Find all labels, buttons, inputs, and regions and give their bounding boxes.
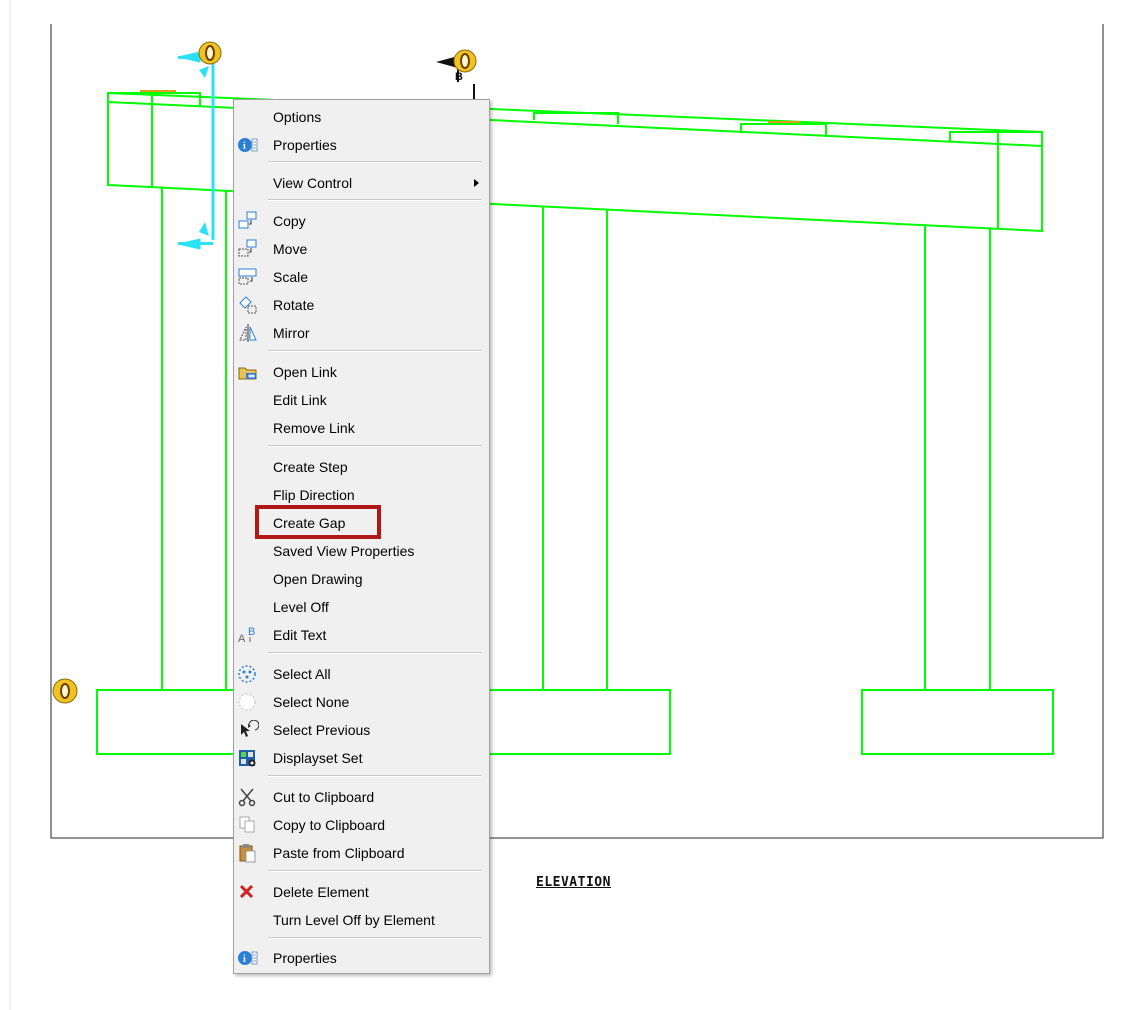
menu-item-options[interactable]: Options	[234, 104, 489, 130]
menu-item-cut-to-clipboard[interactable]: Cut to Clipboard	[234, 784, 489, 810]
paste-icon	[237, 843, 259, 863]
menu-item-select-none[interactable]: Select None	[234, 689, 489, 715]
properties-icon: i	[237, 135, 259, 155]
menu-item-label: Select All	[273, 666, 331, 682]
menu-item-label: Copy to Clipboard	[273, 817, 386, 833]
link-marker-icon[interactable]	[198, 41, 222, 65]
menu-item-properties-bottom[interactable]: i Properties	[234, 945, 489, 971]
menu-item-properties[interactable]: i Properties	[234, 132, 489, 158]
section-callout-selected[interactable]	[177, 51, 215, 250]
menu-item-label: Level Off	[273, 599, 329, 615]
menu-item-label: Select None	[273, 694, 350, 710]
move-icon	[237, 239, 259, 259]
footing	[479, 689, 671, 755]
bearing-pad	[949, 131, 1042, 142]
menu-item-label: Remove Link	[273, 420, 355, 436]
mirror-icon	[237, 323, 259, 343]
copy-icon	[237, 211, 259, 231]
menu-item-label: Copy	[273, 213, 306, 229]
link-marker-icon[interactable]	[453, 49, 477, 73]
select-previous-icon	[237, 720, 259, 740]
svg-text:i: i	[243, 141, 246, 152]
menu-item-label: Edit Text	[273, 627, 327, 643]
scale-icon	[237, 267, 259, 287]
edit-text-icon: AB	[237, 625, 259, 645]
menu-item-copy-to-clipboard[interactable]: Copy to Clipboard	[234, 812, 489, 838]
menu-separator	[268, 199, 482, 201]
menu-item-displayset-set[interactable]: Displayset Set	[234, 745, 489, 771]
menu-separator	[268, 775, 482, 777]
menu-item-label: Displayset Set	[273, 750, 363, 766]
select-all-icon	[237, 664, 259, 684]
menu-separator	[268, 161, 482, 163]
displayset-icon	[237, 748, 259, 768]
menu-item-label: Mirror	[273, 325, 310, 341]
section-marker-letter: B	[455, 71, 463, 83]
menu-item-label: Select Previous	[273, 722, 371, 738]
properties-icon: i	[237, 948, 259, 968]
delete-x-icon	[237, 882, 259, 902]
menu-item-label: Flip Direction	[273, 487, 355, 503]
menu-item-label: Options	[273, 109, 322, 125]
menu-item-view-control[interactable]: View Control	[234, 170, 489, 196]
menu-separator	[268, 937, 482, 939]
menu-item-label: Properties	[273, 950, 337, 966]
menu-item-label: Open Link	[273, 364, 337, 380]
menu-separator	[268, 445, 482, 447]
menu-item-label: Create Step	[273, 459, 348, 475]
menu-item-open-link[interactable]: Open Link	[234, 359, 489, 385]
menu-item-level-off[interactable]: Level Off	[234, 594, 489, 620]
menu-item-label: Turn Level Off by Element	[273, 912, 435, 928]
edit-text-glyph-b: B	[248, 626, 255, 638]
menu-item-label: Delete Element	[273, 884, 369, 900]
menu-item-turn-level-off-by-element[interactable]: Turn Level Off by Element	[234, 907, 489, 933]
footing	[861, 689, 1054, 755]
menu-item-label: Move	[273, 241, 308, 257]
menu-separator	[268, 652, 482, 654]
select-none-icon	[237, 692, 259, 712]
menu-separator	[268, 870, 482, 872]
menu-item-label: Cut to Clipboard	[273, 789, 375, 805]
menu-item-label: Open Drawing	[273, 571, 363, 587]
drawing-canvas[interactable]: B	[0, 0, 1144, 1010]
menu-item-open-drawing[interactable]: Open Drawing	[234, 566, 489, 592]
menu-item-select-all[interactable]: Select All	[234, 661, 489, 687]
scissors-icon	[237, 787, 259, 807]
menu-item-edit-link[interactable]: Edit Link	[234, 387, 489, 413]
menu-item-create-step[interactable]: Create Step	[234, 454, 489, 480]
menu-item-label: Paste from Clipboard	[273, 845, 405, 861]
menu-item-edit-text[interactable]: AB Edit Text	[234, 622, 489, 648]
menu-separator	[268, 350, 482, 352]
menu-item-remove-link[interactable]: Remove Link	[234, 415, 489, 441]
menu-item-label: Saved View Properties	[273, 543, 415, 559]
menu-item-label: Properties	[273, 137, 337, 153]
menu-item-move[interactable]: Move	[234, 236, 489, 262]
sheet-border	[50, 24, 1104, 839]
menu-item-mirror[interactable]: Mirror	[234, 320, 489, 346]
submenu-arrow-icon	[474, 179, 479, 187]
menu-item-rotate[interactable]: Rotate	[234, 292, 489, 318]
link-marker-icon[interactable]	[52, 678, 78, 704]
open-link-icon	[237, 362, 259, 382]
menu-item-scale[interactable]: Scale	[234, 264, 489, 290]
menu-item-label: Edit Link	[273, 392, 327, 408]
menu-item-paste-from-clipboard[interactable]: Paste from Clipboard	[234, 840, 489, 866]
menu-item-copy[interactable]: Copy	[234, 208, 489, 234]
edit-text-glyph-a: A	[238, 633, 246, 645]
svg-text:i: i	[243, 954, 246, 965]
menu-item-delete-element[interactable]: Delete Element	[234, 879, 489, 905]
menu-item-label: View Control	[273, 175, 353, 191]
copy-clipboard-icon	[237, 815, 259, 835]
menu-item-saved-view-properties[interactable]: Saved View Properties	[234, 538, 489, 564]
rotate-icon	[237, 295, 259, 315]
create-gap-highlight-box	[255, 505, 381, 539]
drawing-title-elevation: ELEVATION	[536, 875, 611, 890]
menu-item-label: Rotate	[273, 297, 315, 313]
menu-item-label: Scale	[273, 269, 309, 285]
menu-item-select-previous[interactable]: Select Previous	[234, 717, 489, 743]
